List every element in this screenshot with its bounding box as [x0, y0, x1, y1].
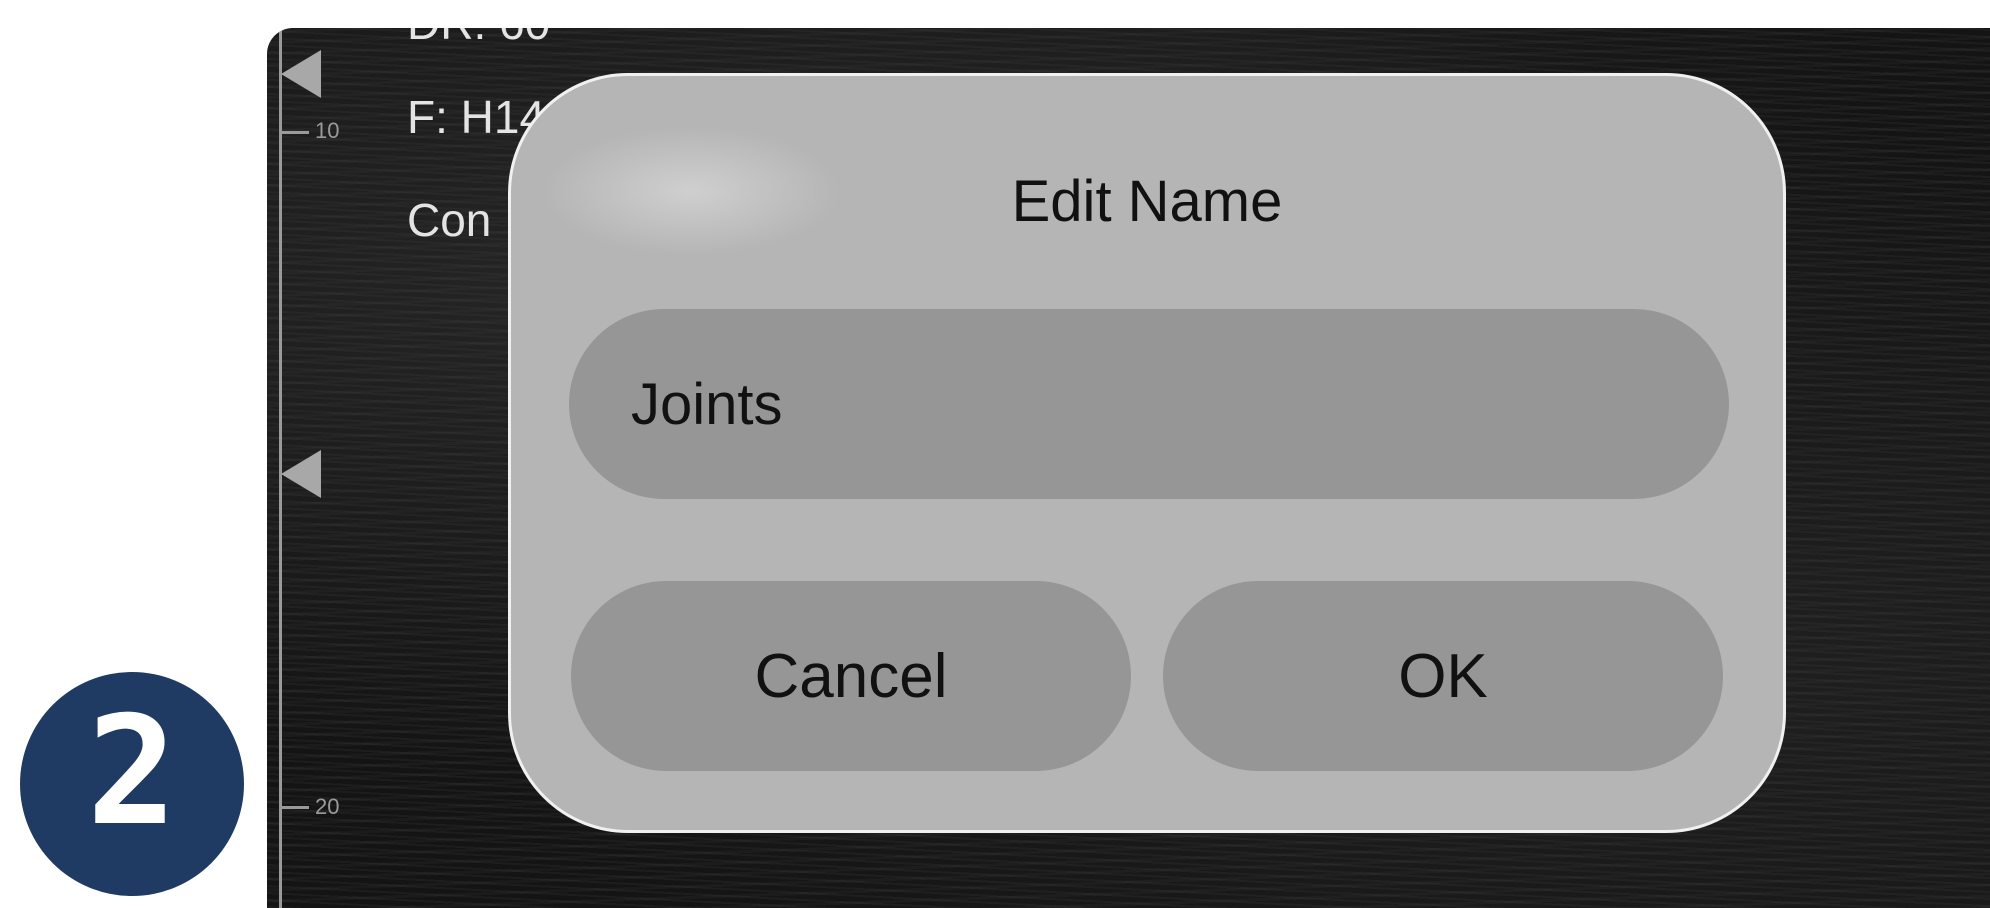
name-input[interactable]: [569, 309, 1729, 499]
focus-marker-icon: [281, 450, 321, 498]
depth-label-10: 10: [315, 118, 340, 143]
scan-info-line: DR: 60: [407, 28, 550, 50]
cancel-button[interactable]: Cancel: [571, 581, 1131, 771]
depth-tick-20: [279, 806, 309, 809]
dialog-title: Edit Name: [1011, 169, 1283, 234]
depth-label-20: 20: [315, 794, 340, 819]
scan-info-line: Con: [407, 194, 492, 246]
depth-tick-10: [279, 131, 309, 134]
step-number: 2: [86, 685, 178, 859]
focus-marker-icon: [281, 50, 321, 98]
edit-name-dialog: Edit Name Cancel OK: [508, 73, 1786, 833]
step-number-badge: 2: [20, 672, 244, 896]
ultrasound-image-viewport: 10 20 DR: 60 F: H14 Con Edit Name Cancel…: [267, 28, 1990, 908]
ok-button[interactable]: OK: [1163, 581, 1723, 771]
